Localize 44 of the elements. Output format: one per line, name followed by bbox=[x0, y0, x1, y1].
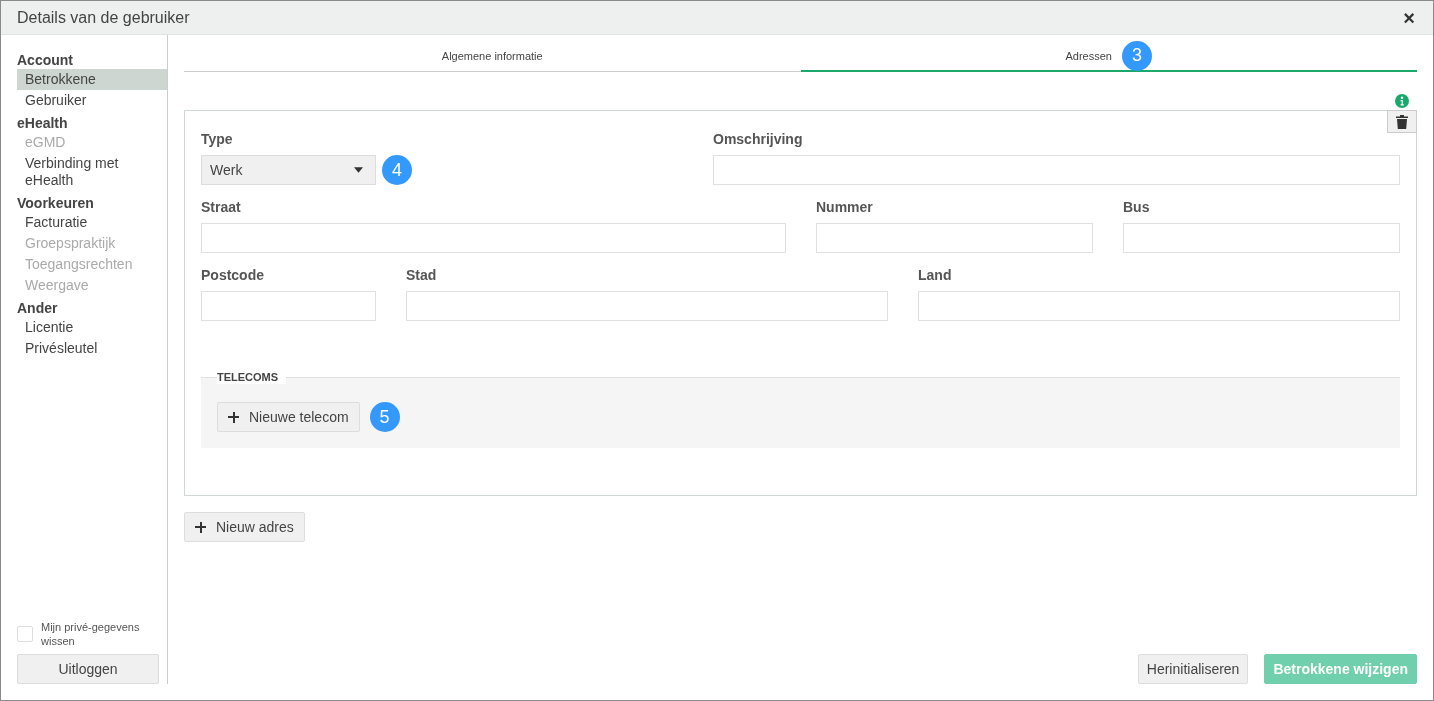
sidebar-heading: eHealth bbox=[17, 114, 69, 132]
input-field[interactable] bbox=[201, 223, 786, 253]
new-telecom-button[interactable]: Nieuwe telecom bbox=[217, 402, 360, 432]
input-field[interactable] bbox=[713, 155, 1400, 185]
field-label: Postcode bbox=[201, 267, 265, 284]
close-button[interactable]: × bbox=[1401, 7, 1417, 28]
caret-icon bbox=[354, 167, 363, 173]
tab[interactable]: Algemene informatie bbox=[184, 41, 801, 72]
field-label: Nummer bbox=[816, 199, 874, 216]
sidebar-item[interactable]: Verbinding met eHealth bbox=[17, 153, 167, 191]
logout-button[interactable]: Uitloggen bbox=[17, 654, 159, 684]
reset-button[interactable]: Herinitialiseren bbox=[1137, 654, 1249, 684]
input-field[interactable] bbox=[1123, 223, 1400, 253]
checkbox[interactable] bbox=[17, 626, 33, 642]
field-label: Bus bbox=[1123, 199, 1151, 216]
field-label: Stad bbox=[406, 267, 438, 284]
input-field[interactable] bbox=[918, 291, 1400, 321]
tab[interactable]: Adressen 3 bbox=[800, 41, 1417, 72]
field-label: Land bbox=[918, 267, 953, 284]
window-title: Details van de gebruiker bbox=[17, 8, 190, 27]
sidebar-item[interactable]: Facturatie bbox=[17, 212, 167, 233]
sidebar-heading: Ander bbox=[17, 299, 59, 317]
input-field[interactable] bbox=[406, 291, 888, 321]
section-title: TELECOMS bbox=[217, 370, 287, 384]
sidebar-heading: Voorkeuren bbox=[17, 194, 95, 212]
new-address-button[interactable]: Nieuw adres bbox=[184, 512, 305, 542]
checkbox-label: Mijn privé-gegevens wissen bbox=[41, 620, 141, 648]
delete-button[interactable] bbox=[1387, 110, 1417, 133]
info-icon[interactable] bbox=[1395, 94, 1409, 108]
field-label: Straat bbox=[201, 199, 242, 216]
sidebar-item[interactable]: Betrokkene bbox=[17, 69, 167, 90]
field-label: Omschrijving bbox=[713, 131, 804, 148]
step-badge: 5 bbox=[369, 402, 400, 432]
step-badge: 4 bbox=[382, 155, 412, 185]
input-field[interactable] bbox=[201, 291, 376, 321]
type-dropdown[interactable]: Werk bbox=[201, 155, 376, 185]
input-field[interactable] bbox=[816, 223, 1093, 253]
sidebar-heading: Account bbox=[17, 51, 74, 69]
sidebar-item[interactable]: Gebruiker bbox=[17, 90, 167, 111]
sidebar-item[interactable]: Licentie bbox=[17, 317, 167, 338]
sidebar-item[interactable]: Privésleutel bbox=[17, 338, 167, 359]
field-label: Type bbox=[201, 131, 234, 148]
step-badge: 3 bbox=[1122, 40, 1152, 71]
trash-icon bbox=[1396, 114, 1408, 129]
